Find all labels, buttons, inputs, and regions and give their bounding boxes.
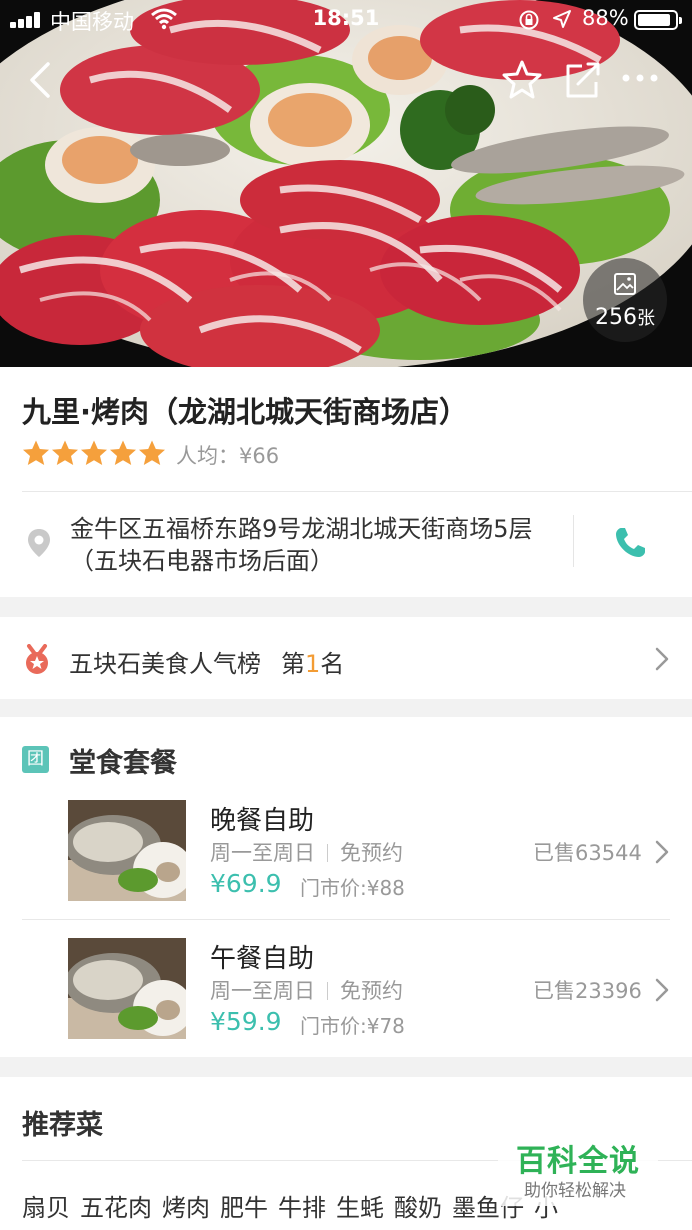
- shop-address[interactable]: 金牛区五福桥东路9号龙湖北城天街商场5层 （五块石电器市场后面）: [70, 513, 580, 577]
- ranking-number: 1: [305, 650, 321, 678]
- star-icon: [23, 440, 49, 465]
- share-icon[interactable]: [560, 58, 604, 102]
- packages-title: 堂食套餐: [69, 748, 177, 779]
- deal-days: 周一至周日: [210, 841, 315, 865]
- more-icon[interactable]: [618, 58, 662, 102]
- location-arrow-icon: [553, 10, 571, 28]
- watermark-subtitle: 助你轻松解决: [524, 1181, 626, 1201]
- average-price: 人均：¥66: [176, 444, 280, 468]
- ranking-list-name: 五块石美食人气榜: [69, 650, 261, 678]
- shop-info-card: 九里·烤肉（龙湖北城天街商场店） 人均：¥66 金牛区五福桥东路9号龙湖北城天街…: [0, 367, 692, 597]
- dish-tag[interactable]: 扇贝: [22, 1194, 70, 1222]
- rating-stars: [22, 439, 167, 467]
- back-icon[interactable]: [20, 58, 64, 102]
- deal-name: 午餐自助: [210, 944, 315, 974]
- watermark-title: 百科全说: [516, 1144, 640, 1179]
- deal-name: 晚餐自助: [210, 806, 315, 836]
- battery-icon: [634, 10, 682, 30]
- deal-sold-count: 已售23396: [533, 979, 642, 1003]
- divider: [22, 491, 692, 492]
- photo-count-number: 256: [595, 305, 637, 330]
- deal-thumbnail: [68, 938, 186, 1039]
- address-line-1: 金牛区五福桥东路9号龙湖北城天街商场5层: [70, 515, 533, 543]
- divider: [573, 515, 574, 567]
- address-line-2: （五块石电器市场后面）: [70, 547, 334, 575]
- deal-reservation: 免预约: [340, 841, 403, 865]
- dish-tag[interactable]: 烤肉: [162, 1194, 210, 1222]
- favorite-star-icon[interactable]: [500, 58, 544, 102]
- chevron-right-icon: [655, 647, 669, 671]
- deal-sold-count: 已售63544: [533, 841, 642, 865]
- dish-list: 扇贝 五花肉 烤肉 肥牛 牛排 生蚝 酸奶 墨鱼仔小: [22, 1188, 568, 1223]
- deal-reservation: 免预约: [340, 979, 403, 1003]
- deal-terms: 周一至周日 免预约: [210, 975, 403, 1005]
- watermark: 百科全说 助你轻松解决: [498, 1134, 658, 1206]
- battery-level: [638, 14, 670, 26]
- ranking-text: 五块石美食人气榜 第1名: [69, 644, 344, 679]
- deal-item[interactable]: 晚餐自助 周一至周日 免预约 ¥69.9 门市价:¥88 已售63544: [0, 800, 692, 920]
- image-icon: [614, 273, 636, 295]
- deal-item[interactable]: 午餐自助 周一至周日 免预约 ¥59.9 门市价:¥78 已售23396: [0, 938, 692, 1058]
- shop-name: 九里·烤肉（龙湖北城天街商场店）: [22, 395, 469, 429]
- deal-terms: 周一至周日 免预约: [210, 837, 403, 867]
- dish-tag[interactable]: 生蚝: [336, 1194, 384, 1222]
- chevron-right-icon: [655, 978, 669, 1002]
- deal-original-price: 门市价:¥88: [300, 876, 405, 900]
- star-icon: [81, 440, 107, 465]
- location-pin-icon: [28, 529, 50, 557]
- phone-icon[interactable]: [612, 525, 648, 561]
- dish-tag[interactable]: 五花肉: [80, 1194, 152, 1222]
- status-bar: 中国移动 18:51 88%: [0, 0, 692, 38]
- battery-percentage: 88%: [582, 6, 629, 30]
- deal-price: ¥59.9: [210, 1007, 282, 1036]
- divider: [22, 919, 670, 920]
- photo-count-button[interactable]: 256张: [583, 258, 667, 342]
- dish-tag[interactable]: 酸奶: [394, 1194, 442, 1222]
- photo-count-unit: 张: [637, 308, 655, 329]
- star-icon: [139, 440, 165, 465]
- dish-tag[interactable]: 肥牛: [220, 1194, 268, 1222]
- hero-image[interactable]: 中国移动 18:51 88% 256张: [0, 0, 692, 367]
- deal-original-price: 门市价:¥78: [300, 1014, 405, 1038]
- star-icon: [52, 440, 78, 465]
- deal-days: 周一至周日: [210, 979, 315, 1003]
- ranking-prefix: 第: [281, 650, 305, 678]
- deal-thumbnail: [68, 800, 186, 901]
- deal-price: ¥69.9: [210, 869, 282, 898]
- ranking-suffix: 名: [320, 650, 345, 678]
- orientation-lock-icon: [519, 10, 539, 30]
- star-icon: [110, 440, 136, 465]
- dish-tag[interactable]: 牛排: [278, 1194, 326, 1222]
- dine-in-packages: 团 堂食套餐 晚餐自助 周一至周日 免预约 ¥69.9 门市价:¥88 已售635…: [0, 717, 692, 1057]
- group-buy-badge: 团: [22, 746, 49, 773]
- recommend-title: 推荐菜: [22, 1110, 103, 1141]
- chevron-right-icon: [655, 840, 669, 864]
- ranking-row[interactable]: 五块石美食人气榜 第1名: [0, 617, 692, 699]
- medal-icon: [26, 644, 48, 674]
